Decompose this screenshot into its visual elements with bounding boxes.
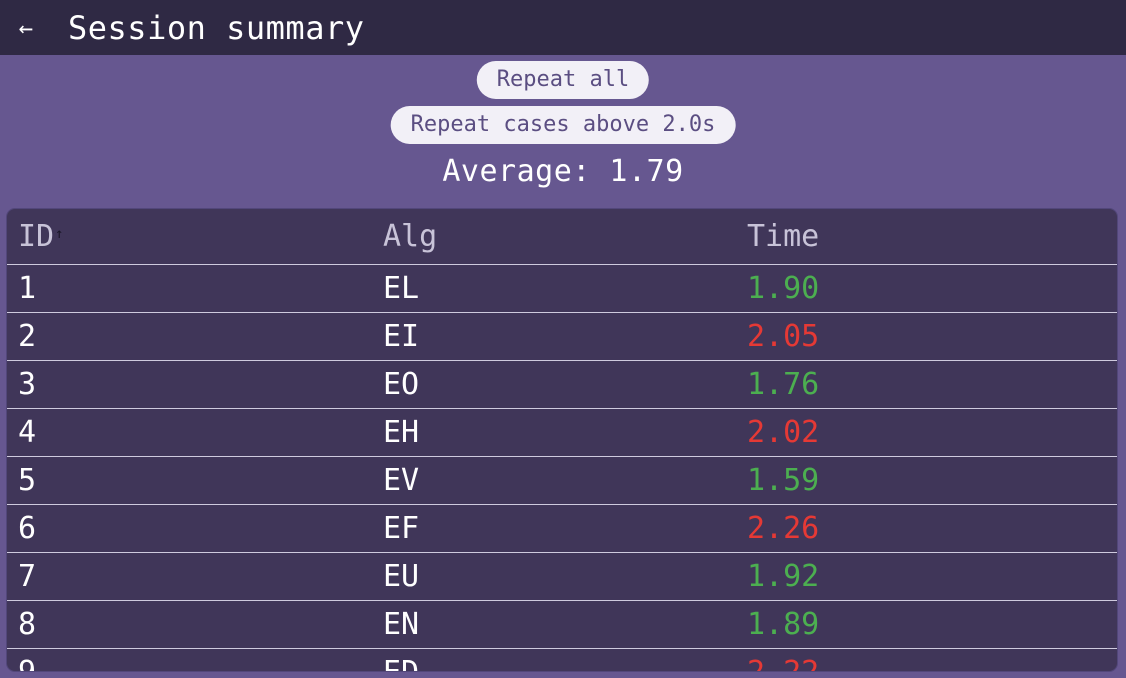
cell-alg: EI bbox=[383, 319, 420, 354]
cell-alg: EV bbox=[383, 463, 420, 498]
top-app-bar: ← Session summary bbox=[0, 0, 1126, 55]
table-row[interactable]: 4 EH 2.02 bbox=[7, 409, 1117, 457]
cell-time: 1.92 bbox=[747, 559, 820, 594]
results-table: ID↑ Alg Time 1 EL 1.90 2 EI 2.05 3 EO 1.76 4 EH 2.0… bbox=[6, 208, 1118, 672]
cell-time: 2.22 bbox=[736, 655, 1117, 671]
column-header-label: Time bbox=[747, 219, 820, 254]
cell-alg: EN bbox=[383, 607, 420, 642]
column-header-time[interactable]: Time bbox=[736, 219, 1117, 254]
table-header: ID↑ Alg Time bbox=[7, 209, 1117, 265]
column-header-label: Alg bbox=[383, 219, 438, 254]
cell-id: 2 bbox=[18, 319, 37, 354]
cell-alg: EF bbox=[383, 511, 420, 546]
table-row[interactable]: 3 EO 1.76 bbox=[7, 361, 1117, 409]
table-row[interactable]: 7 EU 1.92 bbox=[7, 553, 1117, 601]
cell-id: 3 bbox=[18, 367, 37, 402]
cell-id: 9 bbox=[7, 655, 372, 671]
cell-time: 1.59 bbox=[747, 463, 820, 498]
average-time-label: Average: 1.79 bbox=[442, 154, 684, 189]
page-title: Session summary bbox=[68, 8, 365, 47]
cell-id: 4 bbox=[18, 415, 37, 450]
cell-time: 2.26 bbox=[747, 511, 820, 546]
cell-alg: EO bbox=[383, 367, 420, 402]
cell-alg: EL bbox=[383, 271, 420, 306]
table-row[interactable]: 8 EN 1.89 bbox=[7, 601, 1117, 649]
arrow-left-icon: ← bbox=[18, 13, 34, 42]
table-row[interactable]: 9ED2.22 bbox=[7, 649, 1117, 671]
cell-id: 7 bbox=[18, 559, 37, 594]
column-header-label: ID bbox=[18, 219, 55, 254]
cell-time: 2.05 bbox=[747, 319, 820, 354]
column-header-id[interactable]: ID↑ bbox=[7, 219, 372, 254]
cell-time: 2.02 bbox=[747, 415, 820, 450]
cell-time: 1.76 bbox=[747, 367, 820, 402]
repeat-above-threshold-button[interactable]: Repeat cases above 2.0s bbox=[390, 106, 736, 144]
cell-time: 1.90 bbox=[747, 271, 820, 306]
cell-id: 6 bbox=[18, 511, 37, 546]
cell-id: 8 bbox=[18, 607, 37, 642]
cell-alg: EU bbox=[383, 559, 420, 594]
cell-time: 1.89 bbox=[747, 607, 820, 642]
cell-id: 1 bbox=[18, 271, 37, 306]
table-row[interactable]: 1 EL 1.90 bbox=[7, 265, 1117, 313]
back-button[interactable]: ← bbox=[0, 0, 52, 55]
arrow-up-icon: ↑ bbox=[55, 226, 64, 242]
cell-alg: EH bbox=[383, 415, 420, 450]
table-row[interactable]: 6 EF 2.26 bbox=[7, 505, 1117, 553]
repeat-all-button[interactable]: Repeat all bbox=[476, 61, 650, 99]
table-row[interactable]: 5 EV 1.59 bbox=[7, 457, 1117, 505]
table-body: 1 EL 1.90 2 EI 2.05 3 EO 1.76 4 EH 2.02 5 EV 1.59 6 EF 2.… bbox=[7, 265, 1117, 671]
table-row[interactable]: 2 EI 2.05 bbox=[7, 313, 1117, 361]
cell-id: 5 bbox=[18, 463, 37, 498]
cell-alg: ED bbox=[372, 655, 736, 671]
column-header-alg[interactable]: Alg bbox=[372, 219, 736, 254]
